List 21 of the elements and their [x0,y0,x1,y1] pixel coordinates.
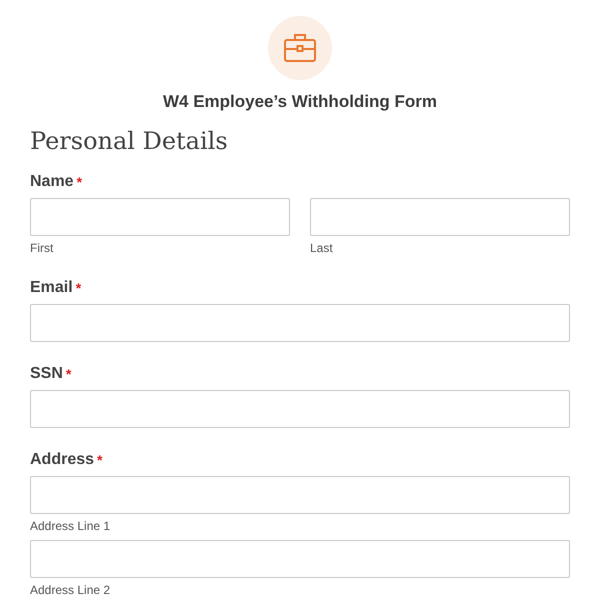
input-field[interactable] [30,476,570,514]
field-label: Address [30,450,94,470]
required-mark: * [76,279,82,298]
input-field[interactable] [30,198,290,236]
field-sublabel: Last [310,241,334,256]
section-heading: Personal Details [30,126,229,156]
field-label: Name [30,172,74,192]
required-mark: * [97,451,102,470]
field-sublabel: Address Line 2 [30,583,112,598]
input-field[interactable] [30,390,570,428]
required-mark: * [76,173,82,192]
required-mark: * [66,365,72,384]
input-field[interactable] [30,304,570,342]
field-sublabel: First [30,241,54,256]
form-title: W4 Employee’s Withholding Form [162,92,438,112]
field-label: Email [30,278,73,298]
input-field[interactable] [30,540,570,578]
input-field[interactable] [310,198,570,236]
field-sublabel: Address Line 1 [30,519,112,534]
field-label: SSN [30,364,63,384]
briefcase-icon [283,33,317,63]
